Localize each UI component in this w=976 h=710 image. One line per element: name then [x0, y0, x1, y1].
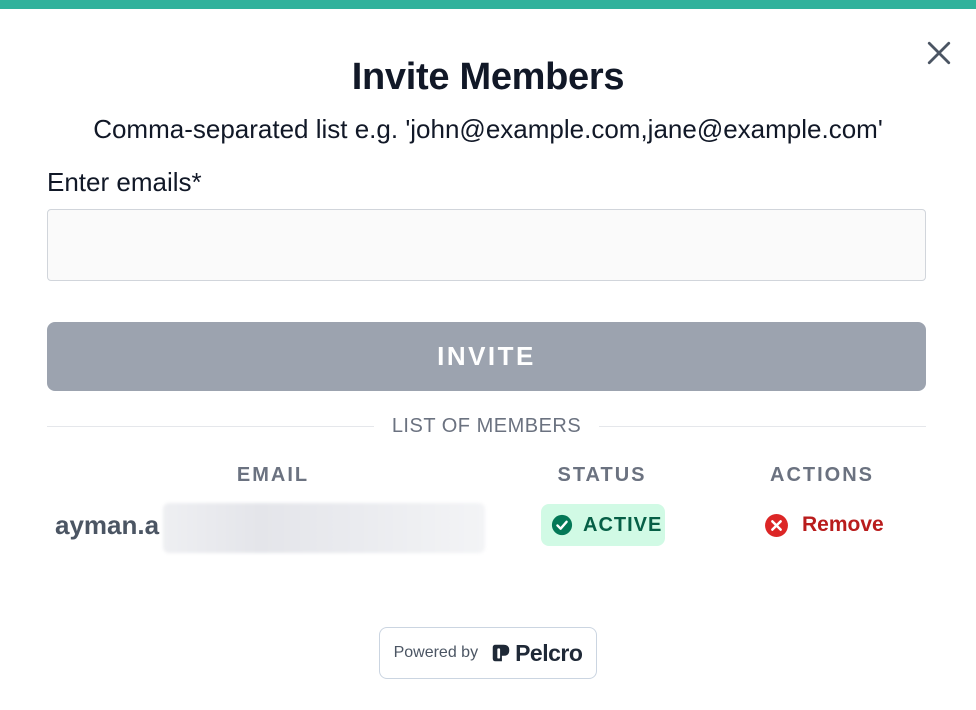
divider-line-right: [599, 425, 927, 427]
column-header-actions: ACTIONS: [770, 464, 874, 486]
members-divider: LIST OF MEMBERS: [47, 414, 927, 438]
powered-by-text: Powered by: [393, 644, 479, 661]
status-text: ACTIVE: [583, 513, 663, 536]
member-email: ayman.a: [55, 510, 160, 540]
divider-line-left: [47, 425, 374, 427]
column-header-email: EMAIL: [236, 464, 310, 486]
status-badge: ACTIVE: [541, 504, 665, 546]
modal-subtitle: Comma-separated list e.g. 'john@example.…: [93, 114, 883, 144]
column-header-status: STATUS: [557, 464, 647, 486]
email-input[interactable]: [47, 209, 926, 281]
pelcro-brand-text: Pelcro: [515, 639, 583, 666]
remove-member-button[interactable]: Remove: [764, 511, 884, 539]
check-circle-icon: [551, 514, 573, 536]
redacted-email-blur: [163, 503, 485, 553]
email-field-label: Enter emails*: [47, 167, 202, 197]
members-list-label: LIST OF MEMBERS: [391, 414, 582, 437]
remove-label: Remove: [802, 513, 884, 536]
pelcro-logo: Pelcro: [490, 639, 583, 667]
powered-by-badge[interactable]: Powered by Pelcro: [379, 627, 597, 679]
modal-title: Invite Members: [351, 56, 625, 98]
top-accent-bar: [0, 0, 976, 9]
pelcro-logo-icon: [492, 644, 510, 662]
x-circle-icon: [765, 513, 788, 537]
invite-button[interactable]: INVITE: [47, 322, 926, 391]
